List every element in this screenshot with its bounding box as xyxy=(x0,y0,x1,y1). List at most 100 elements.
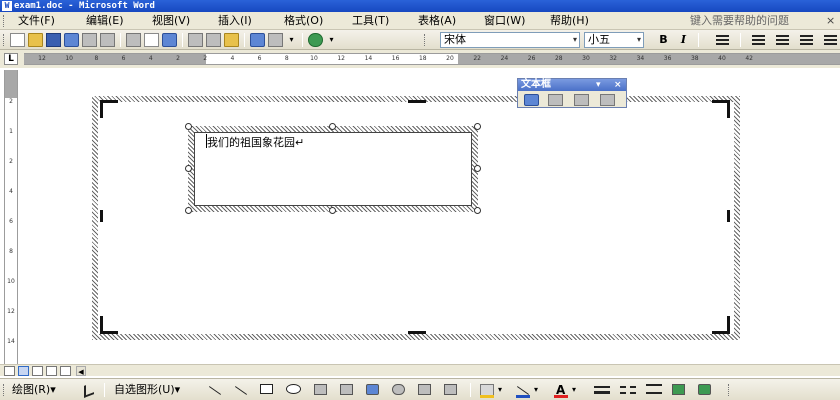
document-close-icon[interactable]: × xyxy=(826,14,835,27)
menu-view[interactable]: 视图(V) xyxy=(152,14,190,28)
open-folder-icon[interactable] xyxy=(28,33,43,47)
font-size-dropdown-icon[interactable]: ▾ xyxy=(637,33,641,47)
previous-textbox-icon[interactable] xyxy=(574,94,589,106)
resize-handle[interactable] xyxy=(727,210,730,222)
vertical-textbox-tool-icon[interactable] xyxy=(340,384,353,395)
dash-style-icon[interactable] xyxy=(620,386,636,394)
create-textbox-link-icon[interactable] xyxy=(524,94,539,106)
font-color-dropdown-icon[interactable]: ▾ xyxy=(572,383,576,397)
decrease-indent-icon[interactable] xyxy=(800,35,813,45)
copy-icon[interactable] xyxy=(206,33,221,47)
picture-tool-icon[interactable] xyxy=(444,384,457,395)
menu-grip-handle[interactable] xyxy=(3,15,6,27)
resize-handle[interactable] xyxy=(474,207,481,214)
toolbar-grip-handle[interactable] xyxy=(3,34,6,46)
undo-dropdown-icon[interactable]: ▾ xyxy=(284,32,299,48)
permission-icon[interactable] xyxy=(64,33,79,47)
normal-view-icon[interactable] xyxy=(4,366,15,376)
vertical-ruler[interactable]: 2 1 2 4 6 8 10 12 14 xyxy=(4,70,18,364)
bulleted-list-icon[interactable] xyxy=(776,35,789,45)
resize-handle[interactable] xyxy=(474,123,481,130)
save-icon[interactable] xyxy=(46,33,61,47)
font-name-dropdown-icon[interactable]: ▾ xyxy=(573,33,577,47)
numbered-list-icon[interactable] xyxy=(752,35,765,45)
print-icon[interactable] xyxy=(100,33,115,47)
break-link-icon[interactable] xyxy=(548,94,563,106)
email-icon[interactable] xyxy=(82,33,97,47)
menu-window[interactable]: 窗口(W) xyxy=(484,14,525,28)
tab-selector-button[interactable]: L xyxy=(4,53,18,65)
research-icon[interactable] xyxy=(162,33,177,47)
menu-table[interactable]: 表格(A) xyxy=(418,14,456,28)
justify-align-icon[interactable] xyxy=(716,35,729,45)
web-layout-view-icon[interactable] xyxy=(18,366,29,376)
new-document-icon[interactable] xyxy=(10,33,25,47)
resize-handle[interactable] xyxy=(329,207,336,214)
menu-file[interactable]: 文件(F) xyxy=(18,14,55,28)
paste-icon[interactable] xyxy=(224,33,239,47)
line-tool-icon[interactable] xyxy=(208,386,222,395)
font-size-select[interactable]: 小五 ▾ xyxy=(584,32,644,48)
menu-help[interactable]: 帮助(H) xyxy=(550,14,589,28)
autoshapes-menu-button[interactable]: 自选图形(U)▾ xyxy=(114,383,180,397)
reading-view-icon[interactable] xyxy=(60,366,71,376)
toolbar-grip-handle[interactable] xyxy=(424,34,427,46)
ruler-tick-label: 8 xyxy=(94,55,99,62)
toolbar-close-icon[interactable]: × xyxy=(614,79,622,91)
resize-handle[interactable] xyxy=(185,123,192,130)
menu-format[interactable]: 格式(O) xyxy=(284,14,323,28)
menu-tools[interactable]: 工具(T) xyxy=(352,14,389,28)
select-objects-arrow-icon[interactable] xyxy=(84,382,94,398)
resize-handle[interactable] xyxy=(185,207,192,214)
undo-icon[interactable] xyxy=(268,33,283,47)
toolbar-separator xyxy=(740,33,741,47)
rectangle-tool-icon[interactable] xyxy=(260,384,273,394)
line-style-icon[interactable] xyxy=(594,386,610,394)
cut-icon[interactable] xyxy=(188,33,203,47)
resize-handle[interactable] xyxy=(185,165,192,172)
spelling-check-icon[interactable] xyxy=(144,33,159,47)
textbox-content[interactable]: 我们的祖国象花园↵ xyxy=(207,134,304,150)
line-color-swatch xyxy=(516,395,530,398)
format-painter-icon[interactable] xyxy=(250,33,265,47)
scroll-left-icon[interactable]: ◀ xyxy=(76,366,86,376)
menu-edit[interactable]: 编辑(E) xyxy=(86,14,124,28)
shadow-style-icon[interactable] xyxy=(672,384,685,395)
draw-menu-button[interactable]: 绘图(R)▾ xyxy=(12,383,56,397)
drawbar-end-grip[interactable] xyxy=(728,384,731,396)
arrow-style-icon[interactable] xyxy=(646,384,662,394)
textbox-tool-icon[interactable] xyxy=(314,384,327,395)
hyperlink-globe-icon[interactable] xyxy=(308,33,323,47)
line-color-brush-icon[interactable] xyxy=(516,386,530,395)
3d-style-icon[interactable] xyxy=(698,384,711,395)
resize-handle[interactable] xyxy=(100,210,103,222)
next-textbox-icon[interactable] xyxy=(600,94,615,106)
oval-tool-icon[interactable] xyxy=(286,384,301,394)
increase-indent-icon[interactable] xyxy=(824,35,837,45)
help-question-box[interactable]: 键入需要帮助的问题 xyxy=(690,14,830,28)
toolbar-options-icon[interactable]: ▾ xyxy=(596,79,601,91)
diagram-tool-icon[interactable] xyxy=(392,384,405,395)
clipart-tool-icon[interactable] xyxy=(418,384,431,395)
fill-color-dropdown-icon[interactable]: ▾ xyxy=(498,383,502,397)
resize-handle[interactable] xyxy=(329,123,336,130)
resize-handle[interactable] xyxy=(408,100,426,103)
resize-handle[interactable] xyxy=(474,165,481,172)
line-color-dropdown-icon[interactable]: ▾ xyxy=(534,383,538,397)
font-name-select[interactable]: 宋体 ▾ xyxy=(440,32,580,48)
arrow-tool-icon[interactable] xyxy=(234,386,248,395)
ruler-tick-label: 6 xyxy=(257,55,262,62)
drawbar-grip-handle[interactable] xyxy=(3,384,6,396)
menu-insert[interactable]: 插入(I) xyxy=(218,14,252,28)
textbox-toolbar-titlebar[interactable]: 文本框 ▾ × xyxy=(518,79,626,91)
horizontal-ruler[interactable]: 12 10 8 6 4 2 2 4 6 8 10 12 14 16 18 20 22 24 26 28 30 32 34 36… xyxy=(24,53,840,65)
italic-button[interactable]: I xyxy=(676,32,691,48)
hyperlink-dropdown-icon[interactable]: ▾ xyxy=(324,32,339,48)
outline-view-icon[interactable] xyxy=(46,366,57,376)
wordart-tool-icon[interactable] xyxy=(366,384,379,395)
crop-mark xyxy=(727,100,730,118)
resize-handle[interactable] xyxy=(408,331,426,334)
print-layout-view-icon[interactable] xyxy=(32,366,43,376)
print-preview-icon[interactable] xyxy=(126,33,141,47)
bold-button[interactable]: B xyxy=(656,32,671,48)
